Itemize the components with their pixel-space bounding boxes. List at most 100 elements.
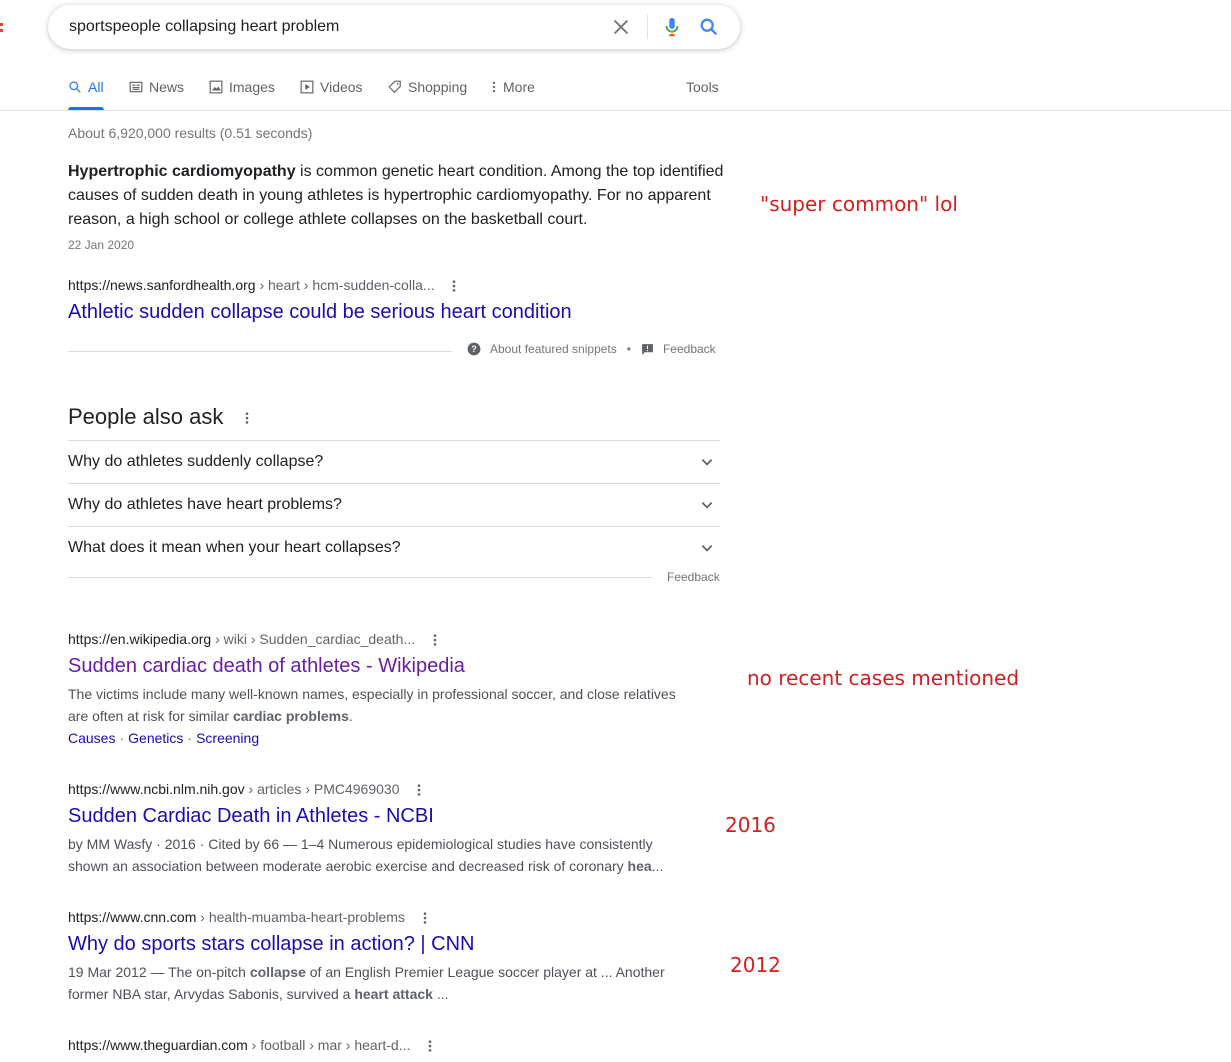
footer-dot: •	[626, 342, 631, 356]
tab-videos[interactable]: Videos	[300, 79, 363, 95]
result-title-link[interactable]: Sudden cardiac death of athletes - Wikip…	[68, 655, 465, 678]
microphone-icon[interactable]	[661, 16, 683, 38]
more-options-icon[interactable]	[428, 1039, 432, 1053]
search-icon	[69, 81, 81, 93]
tab-shopping[interactable]: Shopping	[388, 79, 467, 95]
sitelinks: Causes · Genetics · Screening	[68, 730, 259, 746]
paa-title-text: People also ask	[68, 404, 224, 429]
snippet-date: 22 Jan 2020	[68, 238, 135, 252]
cite-path: › articles › PMC4969030	[244, 781, 400, 797]
people-also-ask-heading: People also ask	[68, 404, 249, 430]
result-cite[interactable]: https://www.cnn.com › health-muamba-hear…	[68, 909, 427, 925]
result-snippet: The victims include many well-known name…	[68, 683, 688, 727]
tab-news[interactable]: News	[129, 79, 184, 95]
sitelink-genetics[interactable]: Genetics	[128, 730, 183, 746]
help-icon: ?	[467, 342, 481, 356]
tab-images[interactable]: Images	[209, 79, 275, 95]
paa-question-text: Why do athletes have heart problems?	[68, 496, 342, 513]
paa-question-text: What does it mean when your heart collap…	[68, 539, 401, 556]
cite-domain: https://www.ncbi.nlm.nih.gov	[68, 781, 245, 797]
cite-domain: https://news.sanfordhealth.org	[68, 277, 256, 293]
result-cite[interactable]: https://www.ncbi.nlm.nih.gov › articles …	[68, 781, 421, 797]
annotation-note: 2012	[730, 953, 781, 977]
video-icon	[300, 80, 314, 94]
snippet-feedback-link[interactable]: Feedback	[663, 342, 716, 356]
sitelink-screening[interactable]: Screening	[196, 730, 259, 746]
tab-label: News	[149, 79, 185, 95]
chevron-down-icon	[701, 545, 713, 552]
paa-question-text: Why do athletes suddenly collapse?	[68, 453, 324, 470]
cite-domain: https://www.theguardian.com	[68, 1037, 248, 1053]
svg-text:?: ?	[471, 344, 476, 354]
snippet-bold: collapse	[249, 964, 306, 980]
snippet-text: 19 Mar 2012 — The on-pitch	[68, 964, 250, 980]
snippet-title-link[interactable]: Athletic sudden collapse could be seriou…	[68, 301, 572, 324]
paa-question-1[interactable]: Why do athletes suddenly collapse?	[68, 440, 720, 484]
more-options-icon[interactable]	[433, 633, 437, 647]
search-input[interactable]: sportspeople collapsing heart problem	[69, 18, 339, 36]
cite-domain: https://en.wikipedia.org	[68, 631, 212, 647]
tools-button[interactable]: Tools	[686, 79, 719, 95]
snippet-bold: Hypertrophic cardiomyopathy	[68, 163, 296, 180]
snippet-text: ...	[432, 986, 449, 1002]
chevron-down-icon	[701, 459, 713, 466]
tab-more[interactable]: More	[491, 79, 535, 95]
snippet-bold: heart attack	[354, 986, 433, 1002]
result-snippet: by MM Wasfy · 2016 · Cited by 66 — 1–4 N…	[68, 833, 668, 877]
tab-label: Shopping	[408, 79, 468, 95]
tab-label: Images	[229, 79, 275, 95]
search-icon[interactable]	[698, 16, 720, 38]
newspaper-icon	[129, 81, 143, 93]
more-options-icon[interactable]	[452, 279, 456, 293]
more-options-icon[interactable]	[423, 911, 427, 925]
snippet-text: ...	[651, 858, 664, 874]
result-cite[interactable]: https://en.wikipedia.org › wiki › Sudden…	[68, 631, 437, 647]
close-icon[interactable]	[610, 16, 632, 38]
tag-icon	[388, 80, 401, 94]
snippet-text: .	[348, 708, 353, 724]
tab-label: Videos	[320, 79, 363, 95]
tab-label: More	[503, 79, 535, 95]
tab-all[interactable]: All	[68, 79, 104, 95]
tabs-divider	[0, 110, 1231, 111]
annotation-note: "super common" lol	[760, 192, 958, 216]
snippet-cite[interactable]: https://news.sanfordhealth.org › heart ›…	[68, 277, 456, 293]
paa-question-3[interactable]: What does it mean when your heart collap…	[68, 526, 720, 570]
result-stats: About 6,920,000 results (0.51 seconds)	[68, 125, 313, 141]
snippet-bold: cardiac problems	[232, 708, 349, 724]
search-box[interactable]: sportspeople collapsing heart problem	[48, 5, 740, 49]
more-options-icon[interactable]	[245, 411, 249, 425]
result-cite[interactable]: https://www.theguardian.com › football ›…	[68, 1037, 432, 1053]
result-snippet: 19 Mar 2012 — The on-pitch collapse of a…	[68, 961, 673, 1005]
annotation-note: no recent cases mentioned	[747, 666, 1020, 690]
snippet-text: by MM Wasfy · 2016 · Cited by 66 — 1–4 N…	[68, 836, 653, 874]
snippet-divider	[68, 351, 452, 352]
search-box-divider	[647, 15, 648, 39]
paa-question-2[interactable]: Why do athletes have heart problems?	[68, 483, 720, 527]
cite-path: › health-muamba-heart-problems	[196, 909, 405, 925]
about-snippets-link[interactable]: About featured snippets	[490, 342, 617, 356]
result-title-link[interactable]: Sudden Cardiac Death in Athletes - NCBI	[68, 805, 434, 828]
paa-feedback-link[interactable]: Feedback	[667, 570, 720, 584]
featured-snippet-text: Hypertrophic cardiomyopathy is common ge…	[68, 160, 728, 232]
snippet-text: The victims include many well-known name…	[68, 686, 676, 724]
feedback-icon	[642, 343, 653, 355]
sitelink-separator: ·	[187, 730, 193, 746]
result-title-link[interactable]: Why do sports stars collapse in action? …	[68, 933, 474, 956]
more-options-icon[interactable]	[417, 783, 421, 797]
tab-label: All	[88, 79, 104, 95]
cite-path: › football › mar › heart-d...	[247, 1037, 411, 1053]
dots-vertical-icon	[492, 81, 496, 93]
chevron-down-icon	[701, 502, 713, 509]
tools-label: Tools	[686, 79, 719, 95]
paa-divider	[68, 577, 652, 578]
snippet-bold: hea	[627, 858, 652, 874]
annotation-note: 2016	[725, 813, 776, 837]
cite-domain: https://www.cnn.com	[68, 909, 197, 925]
sitelink-separator: ·	[119, 730, 125, 746]
image-icon	[209, 80, 223, 94]
sitelink-causes[interactable]: Causes	[68, 730, 115, 746]
cite-path: › heart › hcm-sudden-colla...	[255, 277, 435, 293]
cite-path: › wiki › Sudden_cardiac_death...	[211, 631, 416, 647]
edge-fragment	[0, 23, 3, 32]
